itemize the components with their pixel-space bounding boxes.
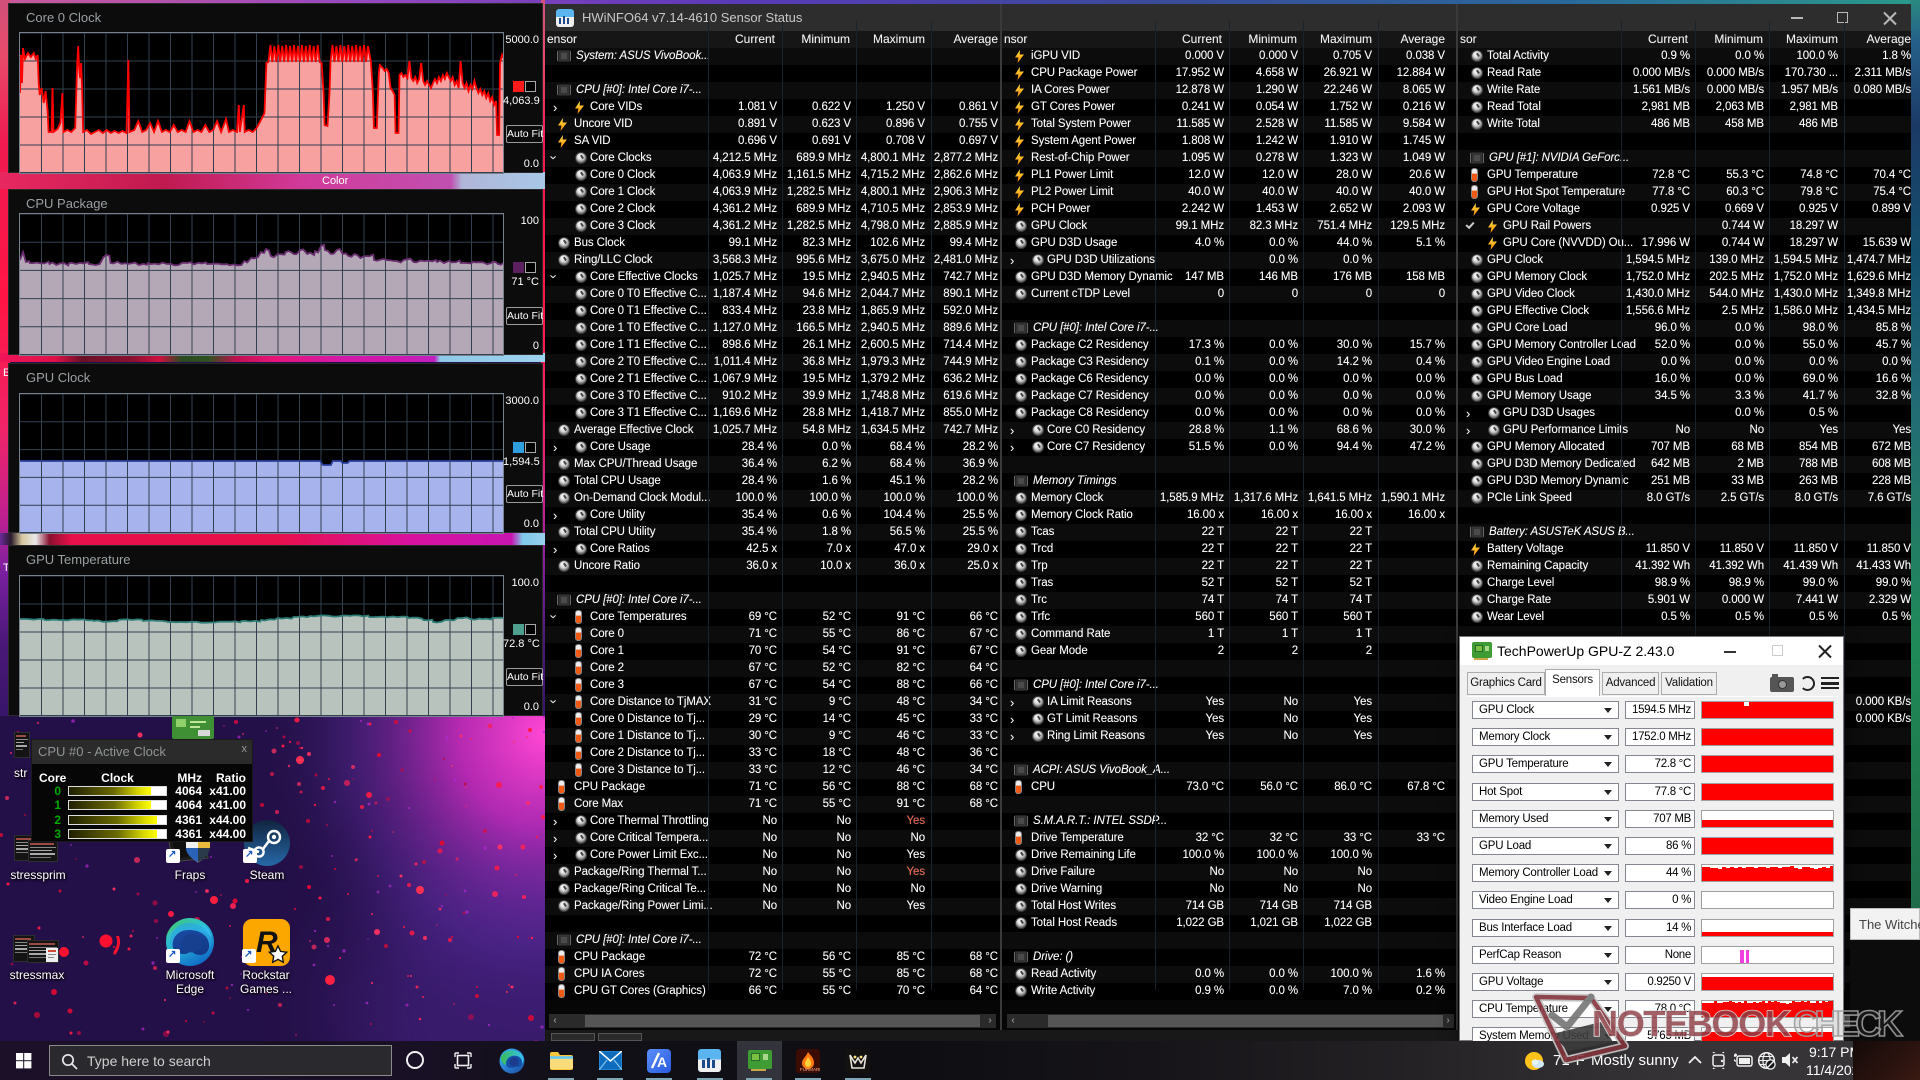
svg-text:A: A xyxy=(657,1054,667,1070)
svg-text:FURMARK: FURMARK xyxy=(800,1067,820,1072)
svg-text:Color: Color xyxy=(322,175,349,187)
